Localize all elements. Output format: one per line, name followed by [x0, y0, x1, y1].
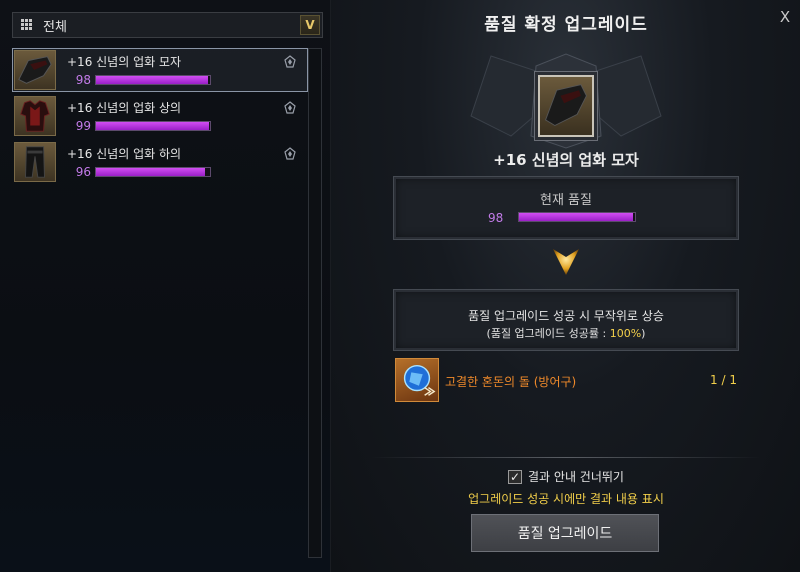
list-scrollbar[interactable]	[308, 48, 322, 558]
material-name: 고결한 혼돈의 돌 (방어구)	[445, 375, 577, 389]
list-item[interactable]: +16 신념의 업화 하의 96	[12, 140, 308, 184]
material-count: 1 / 1	[710, 373, 737, 387]
arrow-down-icon	[553, 249, 579, 275]
quality-bar	[95, 167, 211, 177]
quality-upgrade-button[interactable]: 품질 업그레이드	[471, 514, 659, 552]
item-name: +16 신념의 업화 모자	[67, 55, 182, 69]
selected-item-name: +16 신념의 업화 모자	[493, 151, 639, 169]
current-quality-label: 현재 품질	[540, 193, 592, 208]
filter-dropdown[interactable]: 전체 V	[12, 12, 323, 38]
list-item[interactable]: +16 신념의 업화 모자 98	[12, 48, 308, 92]
engrave-icon	[283, 101, 297, 115]
item-list-panel: 전체 V +16 신념의 업화 모자 98 +16 신념의 업화 상의 99 +…	[0, 0, 330, 572]
upgrade-success-rate: (품질 업그레이드 성공률 : 100%)	[486, 327, 646, 340]
skip-result-checkbox[interactable]: ✓	[508, 469, 523, 484]
dialog-title: 품질 확정 업그레이드	[484, 15, 648, 35]
success-rate-value: 100%	[609, 327, 642, 340]
skip-result-label: 결과 안내 건너뛰기	[528, 470, 624, 484]
armor-pants-icon	[14, 142, 56, 182]
current-quality-panel: 현재 품질 98	[393, 176, 739, 240]
material-row: 고결한 혼돈의 돌 (방어구) 1 / 1	[393, 356, 743, 404]
upgrade-description: 품질 업그레이드 성공 시 무작위로 상승	[468, 309, 664, 323]
item-name: +16 신념의 업화 상의	[67, 101, 182, 115]
item-quality-value: 96	[75, 165, 91, 179]
divider	[371, 457, 761, 458]
current-quality-bar	[518, 212, 636, 222]
item-name: +16 신념의 업화 하의	[67, 147, 182, 161]
item-quality-value: 98	[75, 73, 91, 87]
chaos-stone-icon[interactable]	[395, 358, 439, 402]
item-quality-value: 99	[75, 119, 91, 133]
engrave-icon	[283, 147, 297, 161]
skip-result-toggle[interactable]: ✓ 결과 안내 건너뛰기	[331, 468, 800, 485]
quality-bar	[95, 121, 211, 131]
quality-bar	[95, 75, 211, 85]
current-quality-value: 98	[488, 211, 504, 225]
close-button[interactable]: X	[776, 8, 794, 26]
upgrade-info-panel: 품질 업그레이드 성공 시 무작위로 상승 (품질 업그레이드 성공률 : 10…	[393, 289, 739, 351]
list-item[interactable]: +16 신념의 업화 상의 99	[12, 94, 308, 138]
item-list: +16 신념의 업화 모자 98 +16 신념의 업화 상의 99 +16 신념…	[12, 48, 308, 186]
armor-top-icon	[14, 96, 56, 136]
skip-result-note: 업그레이드 성공 시에만 결과 내용 표시	[468, 492, 664, 506]
grid-icon	[21, 19, 35, 31]
hat-icon	[14, 50, 56, 90]
chevron-down-icon[interactable]: V	[300, 15, 320, 35]
upgrade-dialog: 품질 확정 업그레이드 X +16 신념의 업화 모자 현재 품질 98 품질 …	[330, 0, 800, 572]
engrave-icon	[283, 55, 297, 69]
filter-label: 전체	[43, 19, 67, 35]
selected-item-hat-icon	[538, 75, 594, 137]
